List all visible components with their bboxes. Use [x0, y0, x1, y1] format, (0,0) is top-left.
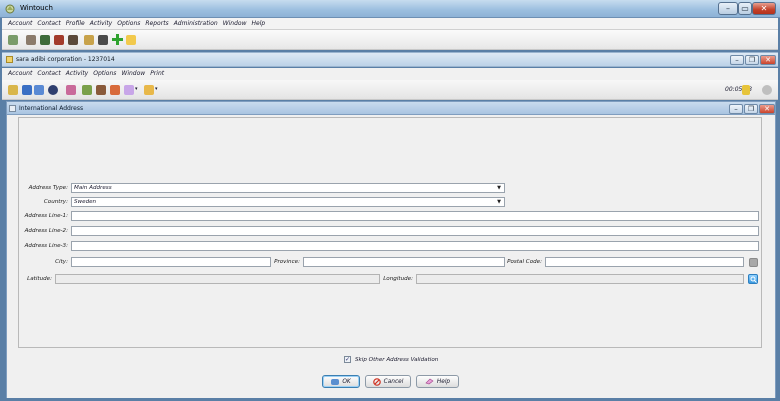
main-menu-account[interactable]: Account [8, 20, 32, 27]
chevron-down-icon[interactable]: ▼ [495, 199, 503, 205]
window-title: Wintouch [20, 4, 53, 12]
chevron-down-icon[interactable]: ▾ [135, 86, 138, 92]
main-menu-options[interactable]: Options [117, 20, 140, 27]
postal-lookup-button[interactable] [749, 258, 758, 267]
calculator-icon[interactable] [26, 35, 36, 45]
inner-menu-activity[interactable]: Activity [66, 70, 89, 77]
inner-menu-print[interactable]: Print [150, 70, 164, 77]
help-button-label: Help [436, 378, 451, 385]
help-icon [425, 378, 434, 385]
chevron-down-icon[interactable]: ▾ [155, 86, 158, 92]
province-label: Province: [274, 259, 300, 265]
province-input[interactable] [303, 257, 505, 267]
phone-icon[interactable] [66, 85, 76, 95]
close-button[interactable]: ✕ [752, 2, 776, 15]
address-line-1-input[interactable] [71, 211, 759, 221]
main-menu-activity[interactable]: Activity [90, 20, 113, 27]
main-menu-profile[interactable]: Profile [66, 20, 85, 27]
address-type-value: Main Address [74, 185, 112, 191]
cancel-icon [372, 377, 381, 386]
address-line-3-input[interactable] [71, 241, 759, 251]
calendar-grid-icon[interactable] [82, 85, 92, 95]
maximize-button[interactable]: ▭ [738, 2, 752, 15]
inner-window-title-bar: sara adibi corporation - 1237014 – ❐ ✕ [2, 52, 778, 67]
inner-minimize-button[interactable]: – [730, 55, 744, 65]
book-icon[interactable] [54, 35, 64, 45]
country-label: Country: [43, 199, 68, 205]
record-icon [6, 56, 13, 63]
notes-icon[interactable] [68, 35, 78, 45]
window-title-bar: Wintouch – ▭ ✕ [0, 0, 780, 18]
postal-code-input[interactable] [545, 257, 744, 267]
main-menu-bar: Account Contact Profile Activity Options Repo… [2, 18, 778, 30]
address-type-label: Address Type: [28, 185, 68, 191]
inner-menu-options[interactable]: Options [93, 70, 116, 77]
mail-icon[interactable] [124, 85, 134, 95]
chevron-down-icon[interactable]: ▼ [495, 185, 503, 191]
inner-menu-contact[interactable]: Contact [37, 70, 60, 77]
main-menu-contact[interactable]: Contact [37, 20, 60, 27]
latitude-label: Latitude: [27, 276, 52, 282]
inner-menu-account[interactable]: Account [8, 70, 32, 77]
longitude-input[interactable] [416, 274, 744, 284]
person-icon[interactable] [22, 85, 32, 95]
settings-icon[interactable] [98, 35, 108, 45]
main-menu-help[interactable]: Help [252, 20, 266, 27]
address-line-3-label: Address Line-3: [24, 243, 68, 249]
dialog-icon [9, 105, 16, 112]
help-button[interactable]: Help [416, 375, 459, 388]
dialog-title: International Address [19, 105, 84, 112]
globe-icon[interactable] [48, 85, 58, 95]
inner-restore-button[interactable]: ❐ [745, 55, 759, 65]
folder-menu-icon[interactable] [144, 85, 154, 95]
app-icon [5, 4, 15, 14]
main-toolbar [2, 30, 778, 50]
open-folder-icon[interactable] [8, 85, 18, 95]
country-value: Sweden [74, 199, 97, 205]
grid-icon[interactable] [40, 35, 50, 45]
edit-icon[interactable] [110, 85, 120, 95]
inner-menu-window[interactable]: Window [121, 70, 145, 77]
cancel-button-label: Cancel [383, 378, 404, 385]
pause-icon[interactable] [742, 85, 750, 95]
address-line-2-label: Address Line-2: [24, 228, 68, 234]
address-line-2-input[interactable] [71, 226, 759, 236]
dialog-restore-button[interactable]: ❐ [744, 104, 758, 114]
main-menu-administration[interactable]: Administration [174, 20, 218, 27]
add-icon[interactable] [112, 34, 123, 45]
inner-toolbar: ▾ ▾ 00:05:58 [2, 80, 778, 100]
city-input[interactable] [71, 257, 271, 267]
main-menu-reports[interactable]: Reports [145, 20, 168, 27]
inner-menu-bar: Account Contact Activity Options Window Print [2, 68, 778, 80]
report-icon[interactable] [96, 85, 106, 95]
gear-icon[interactable] [762, 85, 772, 95]
ok-button[interactable]: OK [322, 375, 360, 388]
longitude-label: Longitude: [383, 276, 413, 282]
ok-button-label: OK [342, 378, 351, 385]
folder-icon[interactable] [84, 35, 94, 45]
calendar-icon[interactable] [126, 35, 136, 45]
ok-icon [331, 378, 340, 385]
person-add-icon[interactable] [34, 85, 44, 95]
map-search-button[interactable] [748, 274, 758, 284]
cancel-button[interactable]: Cancel [365, 375, 411, 388]
postal-code-label: Postal Code: [507, 259, 542, 265]
dialog-minimize-button[interactable]: – [729, 104, 743, 114]
country-select[interactable]: Sweden ▼ [71, 197, 505, 207]
contacts-icon[interactable] [8, 35, 18, 45]
latitude-input[interactable] [55, 274, 380, 284]
inner-window-title: sara adibi corporation - 1237014 [16, 56, 115, 63]
main-menu-window[interactable]: Window [223, 20, 247, 27]
address-type-select[interactable]: Main Address ▼ [71, 183, 505, 193]
dialog-title-bar: International Address – ❐ ✕ [6, 101, 776, 115]
dialog-close-button[interactable]: ✕ [759, 104, 775, 114]
address-line-1-label: Address Line-1: [24, 213, 68, 219]
inner-close-button[interactable]: ✕ [760, 55, 776, 65]
skip-validation-checkbox[interactable]: ✓ [344, 356, 351, 363]
city-label: City: [55, 259, 68, 265]
magnifier-icon [750, 276, 757, 283]
minimize-button[interactable]: – [718, 2, 738, 15]
skip-validation-label: Skip Other Address Validation [355, 357, 439, 363]
